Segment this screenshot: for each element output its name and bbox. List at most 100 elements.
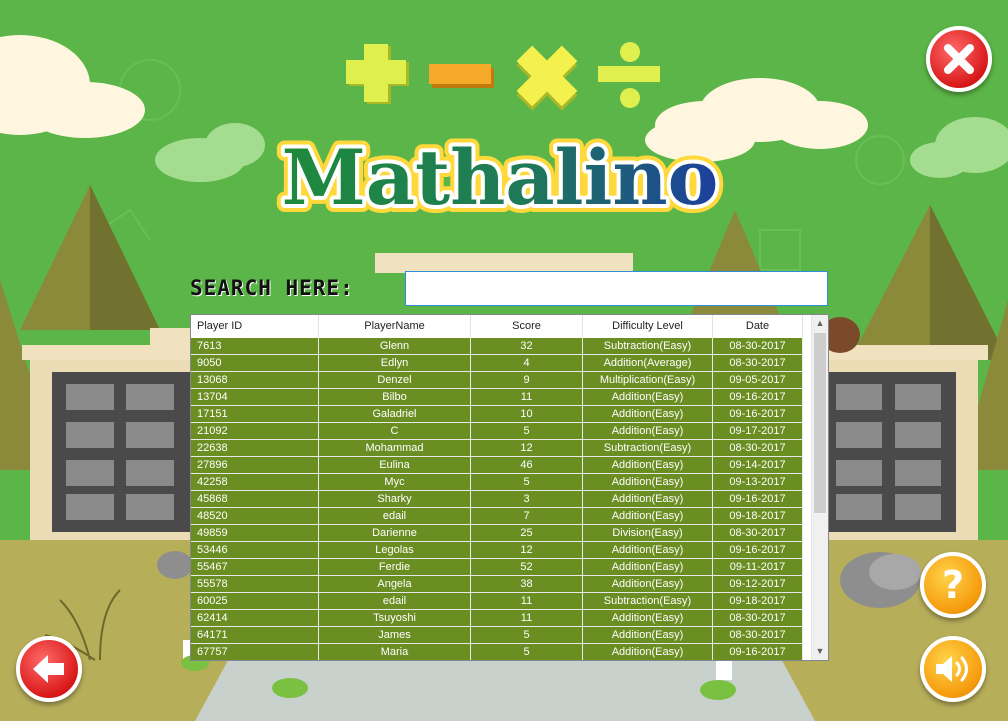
cell-player-name[interactable]: Myc	[319, 474, 471, 491]
table-row[interactable]: 27896 Eulina 46 Addition(Easy) 09-14-2017	[191, 457, 803, 474]
cell-difficulty-level[interactable]: Multiplication(Easy)	[583, 372, 713, 389]
cell-score[interactable]: 11	[471, 610, 583, 627]
table-row[interactable]: 17151 Galadriel 10 Addition(Easy) 09-16-2017	[191, 406, 803, 423]
cell-date[interactable]: 09-11-2017	[713, 559, 803, 576]
cell-score[interactable]: 32	[471, 338, 583, 355]
cell-player-name[interactable]: Eulina	[319, 457, 471, 474]
table-row[interactable]: 53446 Legolas 12 Addition(Easy) 09-16-2017	[191, 542, 803, 559]
cell-date[interactable]: 09-18-2017	[713, 593, 803, 610]
cell-date[interactable]: 09-16-2017	[713, 406, 803, 423]
cell-score[interactable]: 11	[471, 389, 583, 406]
table-row[interactable]: 22638 Mohammad 12 Subtraction(Easy) 08-30-20…	[191, 440, 803, 457]
cell-difficulty-level[interactable]: Addition(Easy)	[583, 627, 713, 644]
close-button[interactable]	[926, 26, 992, 92]
cell-score[interactable]: 5	[471, 474, 583, 491]
cell-player-name[interactable]: James	[319, 627, 471, 644]
help-button[interactable]: ?	[920, 552, 986, 618]
column-header-date[interactable]: Date	[713, 315, 803, 338]
back-button[interactable]	[16, 636, 82, 702]
cell-player-name[interactable]: Darienne	[319, 525, 471, 542]
table-row[interactable]: 60025 edail 11 Subtraction(Easy) 09-18-2017	[191, 593, 803, 610]
cell-difficulty-level[interactable]: Addition(Average)	[583, 355, 713, 372]
cell-difficulty-level[interactable]: Addition(Easy)	[583, 644, 713, 660]
cell-player-name[interactable]: Ferdie	[319, 559, 471, 576]
cell-date[interactable]: 09-16-2017	[713, 542, 803, 559]
cell-player-id[interactable]: 9050	[191, 355, 319, 372]
cell-difficulty-level[interactable]: Addition(Easy)	[583, 474, 713, 491]
table-row[interactable]: 13068 Denzel 9 Multiplication(Easy) 09-05-20…	[191, 372, 803, 389]
cell-player-name[interactable]: edail	[319, 593, 471, 610]
cell-date[interactable]: 09-16-2017	[713, 644, 803, 660]
cell-player-id[interactable]: 53446	[191, 542, 319, 559]
cell-date[interactable]: 09-12-2017	[713, 576, 803, 593]
table-row[interactable]: 55578 Angela 38 Addition(Easy) 09-12-2017	[191, 576, 803, 593]
table-row[interactable]: 42258 Myc 5 Addition(Easy) 09-13-2017	[191, 474, 803, 491]
cell-score[interactable]: 25	[471, 525, 583, 542]
cell-score[interactable]: 5	[471, 627, 583, 644]
cell-difficulty-level[interactable]: Division(Easy)	[583, 525, 713, 542]
sound-button[interactable]	[920, 636, 986, 702]
cell-score[interactable]: 10	[471, 406, 583, 423]
cell-player-id[interactable]: 64171	[191, 627, 319, 644]
cell-difficulty-level[interactable]: Subtraction(Easy)	[583, 338, 713, 355]
cell-player-id[interactable]: 13704	[191, 389, 319, 406]
cell-date[interactable]: 09-13-2017	[713, 474, 803, 491]
cell-date[interactable]: 09-18-2017	[713, 508, 803, 525]
cell-player-id[interactable]: 60025	[191, 593, 319, 610]
cell-difficulty-level[interactable]: Subtraction(Easy)	[583, 440, 713, 457]
table-scrollbar[interactable]: ▲ ▼	[811, 315, 828, 660]
cell-player-name[interactable]: Galadriel	[319, 406, 471, 423]
cell-date[interactable]: 09-16-2017	[713, 491, 803, 508]
table-row[interactable]: 9050 Edlyn 4 Addition(Average) 08-30-2017	[191, 355, 803, 372]
cell-score[interactable]: 5	[471, 423, 583, 440]
cell-player-id[interactable]: 42258	[191, 474, 319, 491]
cell-score[interactable]: 46	[471, 457, 583, 474]
cell-player-name[interactable]: Bilbo	[319, 389, 471, 406]
cell-difficulty-level[interactable]: Addition(Easy)	[583, 406, 713, 423]
cell-score[interactable]: 11	[471, 593, 583, 610]
cell-player-id[interactable]: 49859	[191, 525, 319, 542]
cell-player-name[interactable]: Mohammad	[319, 440, 471, 457]
search-input[interactable]	[405, 271, 828, 306]
cell-player-id[interactable]: 7613	[191, 338, 319, 355]
cell-player-id[interactable]: 48520	[191, 508, 319, 525]
table-row[interactable]: 49859 Darienne 25 Division(Easy) 08-30-2017	[191, 525, 803, 542]
cell-date[interactable]: 08-30-2017	[713, 610, 803, 627]
cell-date[interactable]: 08-30-2017	[713, 440, 803, 457]
cell-score[interactable]: 12	[471, 542, 583, 559]
column-header-score[interactable]: Score	[471, 315, 583, 338]
column-header-player-id[interactable]: Player ID	[191, 315, 319, 338]
cell-player-name[interactable]: Tsuyoshi	[319, 610, 471, 627]
cell-player-name[interactable]: C	[319, 423, 471, 440]
cell-date[interactable]: 09-17-2017	[713, 423, 803, 440]
cell-score[interactable]: 9	[471, 372, 583, 389]
cell-score[interactable]: 3	[471, 491, 583, 508]
cell-score[interactable]: 12	[471, 440, 583, 457]
table-row[interactable]: 62414 Tsuyoshi 11 Addition(Easy) 08-30-2017	[191, 610, 803, 627]
cell-difficulty-level[interactable]: Addition(Easy)	[583, 389, 713, 406]
table-row[interactable]: 64171 James 5 Addition(Easy) 08-30-2017	[191, 627, 803, 644]
cell-player-id[interactable]: 17151	[191, 406, 319, 423]
cell-player-id[interactable]: 45868	[191, 491, 319, 508]
scroll-thumb[interactable]	[814, 333, 826, 513]
cell-difficulty-level[interactable]: Addition(Easy)	[583, 508, 713, 525]
cell-score[interactable]: 4	[471, 355, 583, 372]
cell-date[interactable]: 08-30-2017	[713, 355, 803, 372]
table-row[interactable]: 48520 edail 7 Addition(Easy) 09-18-2017	[191, 508, 803, 525]
cell-score[interactable]: 38	[471, 576, 583, 593]
column-header-difficulty-level[interactable]: Difficulty Level	[583, 315, 713, 338]
cell-date[interactable]: 08-30-2017	[713, 338, 803, 355]
table-row[interactable]: 45868 Sharky 3 Addition(Easy) 09-16-2017	[191, 491, 803, 508]
cell-score[interactable]: 52	[471, 559, 583, 576]
column-header-player-name[interactable]: PlayerName	[319, 315, 471, 338]
cell-date[interactable]: 08-30-2017	[713, 627, 803, 644]
table-row[interactable]: 55467 Ferdie 52 Addition(Easy) 09-11-2017	[191, 559, 803, 576]
cell-date[interactable]: 09-16-2017	[713, 389, 803, 406]
cell-player-id[interactable]: 27896	[191, 457, 319, 474]
table-row[interactable]: 13704 Bilbo 11 Addition(Easy) 09-16-2017	[191, 389, 803, 406]
cell-difficulty-level[interactable]: Addition(Easy)	[583, 576, 713, 593]
cell-player-name[interactable]: Maria	[319, 644, 471, 660]
cell-player-name[interactable]: Angela	[319, 576, 471, 593]
cell-player-id[interactable]: 21092	[191, 423, 319, 440]
cell-difficulty-level[interactable]: Addition(Easy)	[583, 423, 713, 440]
